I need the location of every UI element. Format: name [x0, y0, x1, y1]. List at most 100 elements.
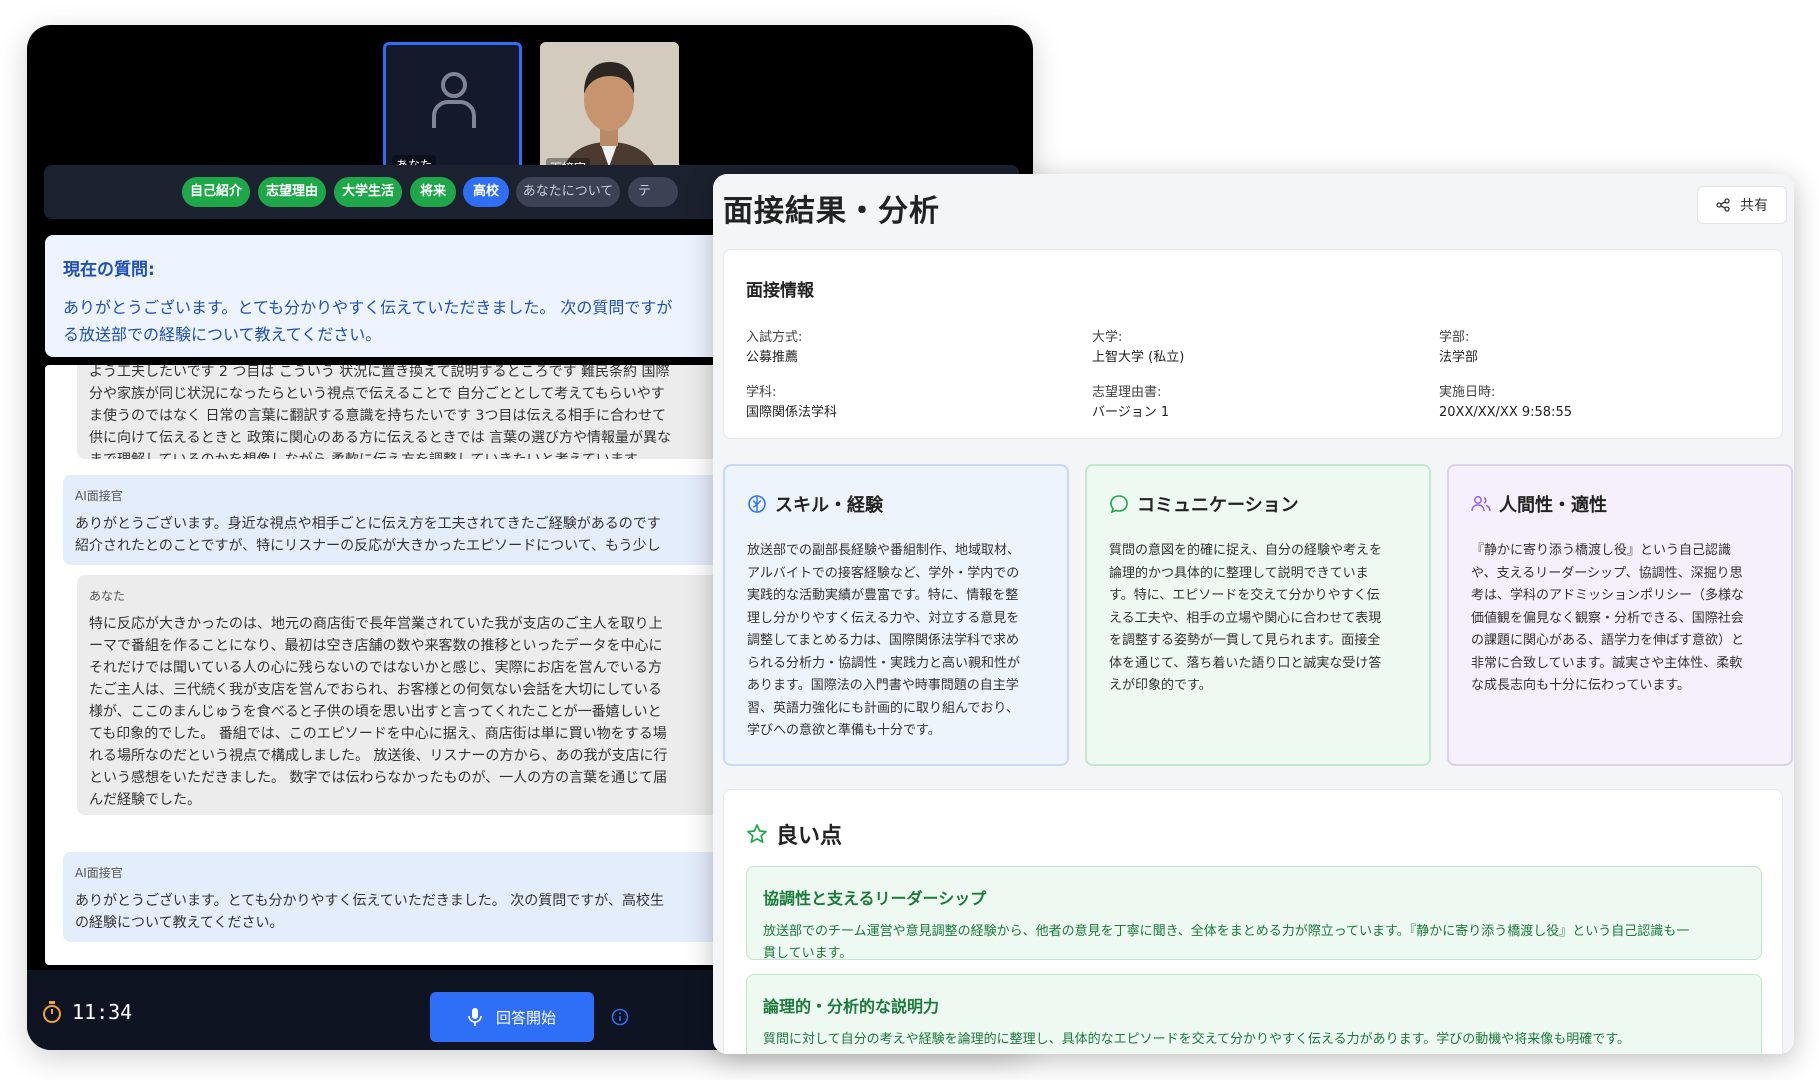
- topic-chip[interactable]: 将来: [410, 177, 456, 207]
- info-field-department: 学科: 国際関係法学科: [746, 383, 837, 423]
- share-label: 共有: [1740, 198, 1768, 214]
- brain-icon: [748, 495, 766, 513]
- topic-chip[interactable]: 大学生活: [334, 177, 402, 207]
- share-button[interactable]: 共有: [1697, 186, 1787, 224]
- message-sender: AI面接官: [75, 489, 123, 503]
- card-line: 体を通じて、落ち着いた語り口と誠実な受け答: [1109, 655, 1382, 671]
- card-title-text: スキル・経験: [775, 495, 883, 516]
- card-line: 実践的な活動実績が豊富です。特に、情報を整: [747, 588, 1019, 603]
- current-question-card: 現在の質問: ありがとうございます。とても分かりやすく伝えていただきました。 次…: [45, 235, 745, 357]
- good-point-line: 放送部でのチーム運営や意見調整の経験から、他者の意見を丁寧に聞き、全体をまとめる…: [763, 924, 1690, 939]
- message-body: ありがとうございます。身近な視点や相手ごとに伝え方を工夫されてきたご経験があるの…: [75, 513, 733, 557]
- message-line: ありがとうございます。とても分かりやすく伝えていただきました。 次の質問ですが、…: [75, 893, 664, 909]
- message-body: ありがとうございます。とても分かりやすく伝えていただきました。 次の質問ですが、…: [75, 890, 733, 934]
- card-title: 人間性・適性: [1471, 491, 1607, 517]
- info-label: 学科:: [746, 385, 777, 400]
- interviewer-video-tile[interactable]: 面接官: [540, 42, 679, 181]
- card-title-text: 人間性・適性: [1499, 495, 1607, 516]
- results-title: 面接結果・分析: [723, 194, 940, 229]
- message-line: という感想をいただきました。 数字では伝わらなかったものが、一人の方の言葉を通じ…: [89, 770, 668, 786]
- card-line: 価値観を偏見なく観察・分析できる、国際社会: [1471, 610, 1744, 626]
- share-icon: [1716, 198, 1730, 212]
- card-line: 理し分かりやすく伝える力や、対立する意見を: [747, 610, 1020, 626]
- message-body: 特に反応が大きかったのは、地元の商店街で長年営業されていた我が支店のご主人を取り…: [89, 613, 745, 811]
- stopwatch-icon: [43, 1001, 61, 1023]
- message-line: 分や家族が同じ状況になったらという視点で伝えることで 自分ごととして考えてもらい…: [89, 386, 665, 402]
- good-point-title: 協調性と支えるリーダーシップ: [763, 889, 987, 908]
- good-point-line: 貫しています。: [763, 946, 853, 961]
- message-line: それだけでは聞いている人の心に残らないのではないかと感じ、実際にお店を営んでいる…: [89, 660, 662, 676]
- card-body: 放送部での副部長経験や番組制作、地域取材、 アルバイトでの接客経験など、学外・学…: [747, 540, 1052, 743]
- card-line: す。特に、エピソードを交えて分かりやすく伝: [1109, 588, 1380, 603]
- star-icon: [747, 824, 767, 844]
- info-value: バージョン 1: [1092, 405, 1170, 420]
- card-line: の課題に関心がある、語学力を伸ばす意欲）と: [1471, 633, 1745, 648]
- message-line: んだ経験でした。: [89, 792, 201, 808]
- chat-transcript[interactable]: よう工夫したいです 2 つ目は こういう 状況に置き換えて説明するところです 難…: [45, 365, 745, 965]
- good-point-line: 質問に対して自分の考えや経験を論理的に整理し、具体的なエピソードを交えて分かりや…: [763, 1032, 1630, 1047]
- start-answer-label: 回答開始: [495, 1008, 556, 1027]
- card-line: 『静かに寄り添う橋渡し役』という自己認識: [1471, 543, 1732, 558]
- topic-chip[interactable]: 志望理由: [258, 177, 326, 207]
- topic-chip-active[interactable]: 高校: [463, 177, 509, 207]
- card-line: あります。国際法の入門書や時事問題の自主学: [747, 678, 1019, 693]
- message-sender: AI面接官: [75, 866, 123, 880]
- message-line: よう工夫したいです 2 つ目は こういう 状況に置き換えて説明するところです 難…: [89, 365, 670, 380]
- interview-info-heading: 面接情報: [746, 281, 814, 301]
- card-line: アルバイトでの接客経験など、学外・学内での: [747, 565, 1020, 581]
- info-label: 入試方式:: [746, 330, 803, 345]
- card-title: コミュニケーション: [1109, 491, 1299, 517]
- message-line: 様が、ここのまんじゅうを食べると子供の頃を思い出すと言ってくれたことが一番嬉しい…: [89, 704, 662, 720]
- communication-card: コミュニケーション 質問の意図を的確に捉え、自分の経験や考えを 論理的かつ具体的…: [1085, 464, 1431, 766]
- message-line: 紹介されたとのことですが、特にリスナーの反応が大きかったエピソードについて、もう…: [75, 538, 661, 554]
- card-line: 質問の意図を的確に捉え、自分の経験や考えを: [1109, 543, 1383, 558]
- message-line: 特に反応が大きかったのは、地元の商店街で長年営業されていた我が支店のご主人を取り…: [89, 616, 663, 632]
- card-body: 質問の意図を的確に捉え、自分の経験や考えを 論理的かつ具体的に整理して説明できて…: [1109, 540, 1414, 698]
- info-field-faculty: 学部: 法学部: [1439, 328, 1478, 368]
- card-line: 放送部での副部長経験や番組制作、地域取材、: [747, 543, 1021, 558]
- message-line: ありがとうございます。身近な視点や相手ごとに伝え方を工夫されてきたご経験があるの…: [75, 516, 661, 532]
- good-points-heading: 良い点: [746, 818, 842, 850]
- message-line: まで理解しているのかを想像しながら 柔軟に伝え方を調整していきたいと考えています: [89, 449, 745, 459]
- card-line: えが印象的です。: [1109, 678, 1212, 693]
- info-field-statement: 志望理由書: バージョン 1: [1092, 383, 1169, 423]
- good-point-title: 論理的・分析的な説明力: [763, 997, 940, 1016]
- current-question-title: 現在の質問:: [63, 260, 155, 280]
- card-line: 非常に合致しています。誠実さや主体性、柔軟: [1471, 655, 1743, 671]
- card-line: 調整してまとめる力は、国際関係法学科で求め: [747, 633, 1019, 648]
- user-placeholder-icon: [432, 72, 476, 128]
- good-points-heading-text: 良い点: [776, 824, 843, 849]
- card-line: 論理的かつ具体的に整理して説明できていま: [1109, 565, 1369, 581]
- card-title: スキル・経験: [747, 491, 883, 517]
- topic-chip[interactable]: あなたについて: [516, 177, 620, 207]
- card-line: える工夫や、相手の立場や関心に合わせて表現: [1109, 610, 1382, 626]
- user-message: あなた 特に反応が大きかったのは、地元の商店街で長年営業されていた我が支店のご主…: [77, 575, 745, 815]
- start-answer-button[interactable]: 回答開始: [430, 992, 594, 1042]
- users-icon: [1471, 496, 1491, 512]
- card-body: 『静かに寄り添う橋渡し役』という自己認識 や、支えるリーダーシップ、協調性、深掘…: [1471, 540, 1776, 698]
- good-point-text: 質問に対して自分の考えや経験を論理的に整理し、具体的なエピソードを交えて分かりや…: [763, 1029, 1745, 1051]
- ai-message: AI面接官 ありがとうございます。身近な視点や相手ごとに伝え方を工夫されてきたご…: [63, 475, 745, 565]
- topic-chip[interactable]: 自己紹介: [182, 177, 250, 207]
- info-label: 大学:: [1092, 330, 1123, 345]
- topic-chip[interactable]: テ: [628, 177, 678, 207]
- info-value: 20XX/XX/XX 9:58:55: [1439, 405, 1572, 420]
- message-line: ーマで番組を作ることになり、最初は空き店舗の数や来客数の推移といったデータを中心…: [89, 638, 663, 654]
- skills-experience-card: スキル・経験 放送部での副部長経験や番組制作、地域取材、 アルバイトでの接客経験…: [723, 464, 1069, 766]
- question-line: ありがとうございます。とても分かりやすく伝えていただきました。 次の質問ですが: [63, 298, 673, 317]
- interview-info-card: 面接情報 入試方式: 公募推薦 大学: 上智大学 (私立) 学部: 法学部 学科…: [723, 249, 1783, 439]
- chat-bubble-icon: [1110, 495, 1128, 514]
- results-window: 面接結果・分析 共有 面接情報 入試方式: 公募推薦 大学: 上智大学 (私立)…: [713, 174, 1794, 1054]
- card-line: な成長志向も十分に伝わっています。: [1471, 678, 1691, 693]
- info-field-admission: 入試方式: 公募推薦: [746, 328, 802, 368]
- personality-fit-card: 人間性・適性 『静かに寄り添う橋渡し役』という自己認識 や、支えるリーダーシップ…: [1447, 464, 1793, 766]
- info-label: 学部:: [1439, 330, 1470, 345]
- info-value: 公募推薦: [746, 350, 799, 365]
- info-field-university: 大学: 上智大学 (私立): [1092, 328, 1184, 368]
- card-line: られる分析力・協調性・実践力と高い親和性が: [747, 655, 1021, 671]
- message-line: たご主人は、三代続く我が支店を営んでおられ、お客様との何気ない会話を大切にしてい…: [89, 682, 662, 698]
- self-video-tile[interactable]: あなた: [383, 42, 522, 181]
- info-icon[interactable]: [611, 1008, 629, 1026]
- info-value: 法学部: [1439, 350, 1479, 365]
- card-line: 習、英語力強化にも計画的に取り組んでおり、: [747, 700, 1019, 716]
